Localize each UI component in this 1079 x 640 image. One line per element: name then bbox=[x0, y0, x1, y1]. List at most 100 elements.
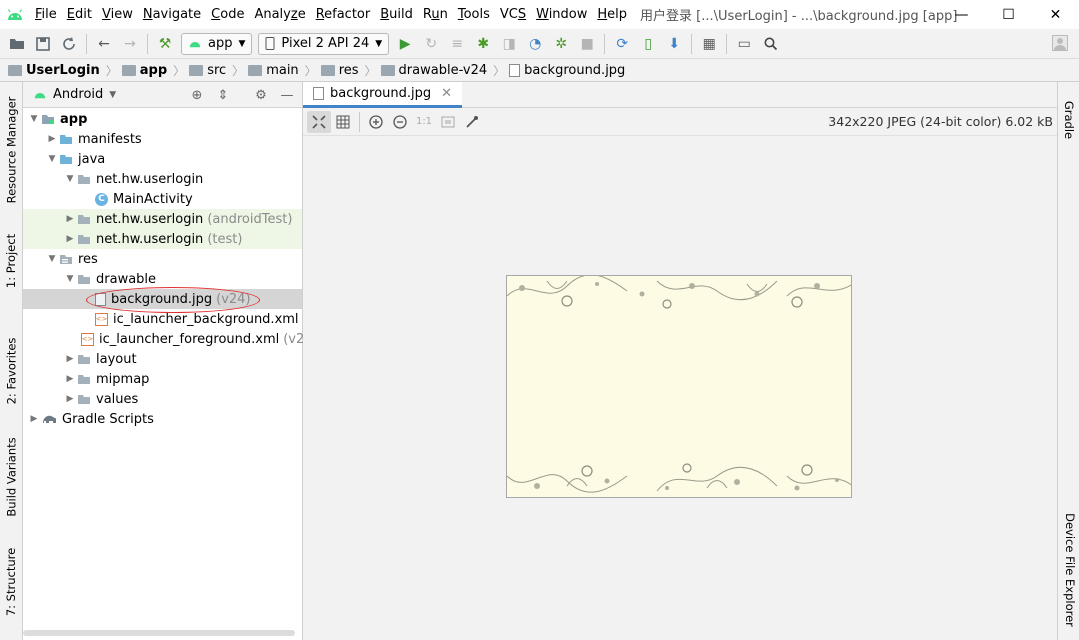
menu-item[interactable]: File bbox=[30, 0, 62, 29]
actual-size-button[interactable]: 1:1 bbox=[412, 111, 436, 133]
fit-to-window-icon[interactable] bbox=[436, 111, 460, 133]
tree-item[interactable]: ▼ java bbox=[23, 149, 302, 169]
apply-changes-icon[interactable]: ↻ bbox=[418, 32, 444, 56]
expanded-arrow-icon[interactable]: ▼ bbox=[63, 174, 77, 184]
module-selector[interactable]: app ▼ bbox=[181, 32, 253, 55]
user-avatar-icon[interactable] bbox=[1047, 31, 1073, 55]
breadcrumb-module[interactable]: app bbox=[121, 63, 171, 78]
tab-structure[interactable]: 7: Structure bbox=[0, 542, 23, 622]
debug-icon[interactable]: ✱ bbox=[470, 32, 496, 56]
expanded-arrow-icon[interactable]: ▼ bbox=[63, 274, 77, 284]
menu-item[interactable]: Run bbox=[418, 0, 453, 29]
horizontal-scrollbar[interactable] bbox=[23, 630, 295, 636]
tree-item[interactable]: ▶ layout bbox=[23, 349, 302, 369]
attach-debugger-icon[interactable]: ◨ bbox=[496, 32, 522, 56]
close-button[interactable]: ✕ bbox=[1032, 0, 1079, 29]
tab-resource-manager[interactable]: Resource Manager bbox=[0, 90, 23, 210]
forward-arrow-icon[interactable]: → bbox=[117, 32, 143, 56]
toggle-grid-icon[interactable] bbox=[331, 111, 355, 133]
project-structure-icon[interactable]: ▦ bbox=[696, 32, 722, 56]
profile-icon[interactable]: ◔ bbox=[522, 32, 548, 56]
sync-icon[interactable] bbox=[56, 32, 82, 56]
run-icon[interactable]: ▶ bbox=[392, 32, 418, 56]
tree-item[interactable]: ▶ mipmap bbox=[23, 369, 302, 389]
back-arrow-icon[interactable]: ← bbox=[91, 32, 117, 56]
tree-item[interactable]: ▼ drawable bbox=[23, 269, 302, 289]
zoom-in-icon[interactable] bbox=[364, 111, 388, 133]
collapsed-arrow-icon[interactable]: ▶ bbox=[27, 414, 41, 424]
build-hammer-icon[interactable]: ⚒ bbox=[152, 32, 178, 56]
zoom-out-icon[interactable] bbox=[388, 111, 412, 133]
collapsed-arrow-icon[interactable]: ▶ bbox=[63, 214, 77, 224]
tab-gradle[interactable]: Gradle bbox=[1058, 90, 1079, 150]
menu-item[interactable]: Build bbox=[375, 0, 418, 29]
open-folder-icon[interactable] bbox=[4, 32, 30, 56]
tree-item[interactable]: ▶ manifests bbox=[23, 129, 302, 149]
device-selector[interactable]: Pixel 2 API 24 ▼ bbox=[258, 32, 390, 55]
tree-item[interactable]: background.jpg (v24) bbox=[23, 289, 302, 309]
collapsed-arrow-icon[interactable]: ▶ bbox=[63, 234, 77, 244]
maximize-button[interactable]: ☐ bbox=[985, 0, 1032, 29]
breadcrumb-src[interactable]: src bbox=[189, 63, 230, 78]
run-tests-icon[interactable]: ✲ bbox=[548, 32, 574, 56]
collapsed-arrow-icon[interactable]: ▶ bbox=[63, 374, 77, 384]
sdk-manager-icon[interactable]: ⬇ bbox=[661, 32, 687, 56]
tree-item[interactable]: C MainActivity bbox=[23, 189, 302, 209]
search-icon[interactable] bbox=[757, 32, 783, 56]
close-tab-icon[interactable]: ✕ bbox=[441, 86, 452, 101]
stop-icon[interactable]: ■ bbox=[574, 32, 600, 56]
tree-item[interactable]: ▼ res bbox=[23, 249, 302, 269]
tree-item[interactable]: ▶ net.hw.userlogin (test) bbox=[23, 229, 302, 249]
expanded-arrow-icon[interactable]: ▼ bbox=[45, 254, 59, 264]
project-view-selector[interactable]: Android ▼ bbox=[33, 87, 116, 102]
menu-item[interactable]: Edit bbox=[62, 0, 97, 29]
breadcrumb-main[interactable]: main bbox=[248, 63, 302, 78]
tree-item[interactable]: ▶ Gradle Scripts bbox=[23, 409, 302, 429]
apply-code-changes-icon[interactable]: ≡ bbox=[444, 32, 470, 56]
menu-item-mnemonic: V bbox=[101, 7, 111, 22]
menu-item[interactable]: Help bbox=[592, 0, 632, 29]
tab-favorites[interactable]: 2: Favorites bbox=[0, 332, 23, 410]
gear-icon[interactable]: ⚙ bbox=[250, 85, 272, 105]
save-icon[interactable] bbox=[30, 32, 56, 56]
sync-gradle-icon[interactable]: ⟳ bbox=[609, 32, 635, 56]
collapse-all-icon[interactable]: ⇕ bbox=[212, 85, 234, 105]
menu-item[interactable]: Navigate bbox=[138, 0, 206, 29]
menu-item-mnemonic: H bbox=[597, 7, 608, 22]
collapsed-arrow-icon[interactable]: ▶ bbox=[45, 134, 59, 144]
terminal-icon[interactable]: ▭ bbox=[731, 32, 757, 56]
tree-item[interactable]: ▶ net.hw.userlogin (androidTest) bbox=[23, 209, 302, 229]
tab-background-jpg[interactable]: background.jpg ✕ bbox=[303, 82, 463, 108]
module-folder-icon bbox=[41, 113, 55, 125]
menu-item[interactable]: Analyze bbox=[249, 0, 310, 29]
collapsed-arrow-icon[interactable]: ▶ bbox=[63, 394, 77, 404]
menu-item[interactable]: Tools bbox=[453, 0, 495, 29]
tab-build-variants[interactable]: Build Variants bbox=[0, 432, 23, 522]
menu-item[interactable]: Window bbox=[531, 0, 592, 29]
tab-device-file-explorer[interactable]: Device File Explorer bbox=[1058, 507, 1079, 632]
minimize-button[interactable]: — bbox=[938, 0, 985, 29]
tab-gradle-label: Gradle bbox=[1062, 100, 1077, 140]
breadcrumb-project[interactable]: UserLogin bbox=[8, 63, 104, 78]
color-picker-icon[interactable] bbox=[460, 111, 484, 133]
avd-manager-icon[interactable]: ▯ bbox=[635, 32, 661, 56]
menu-item[interactable]: Code bbox=[206, 0, 249, 29]
expanded-arrow-icon[interactable]: ▼ bbox=[45, 154, 59, 164]
breadcrumb-file[interactable]: background.jpg bbox=[509, 63, 629, 78]
tree-item[interactable]: ▼ net.hw.userlogin bbox=[23, 169, 302, 189]
expanded-arrow-icon[interactable]: ▼ bbox=[27, 114, 41, 124]
menu-item[interactable]: View bbox=[97, 0, 138, 29]
tab-project[interactable]: 1: Project bbox=[0, 220, 23, 302]
menu-item[interactable]: VCS bbox=[495, 0, 531, 29]
locate-file-icon[interactable]: ⊕ bbox=[186, 85, 208, 105]
hide-panel-icon[interactable]: — bbox=[276, 85, 298, 105]
tree-item[interactable]: <> ic_launcher_foreground.xml (v24) bbox=[23, 329, 318, 349]
tree-item[interactable]: ▶ values bbox=[23, 389, 302, 409]
tree-item[interactable]: ▼ app bbox=[23, 109, 302, 129]
breadcrumb-res[interactable]: res bbox=[320, 63, 363, 78]
breadcrumb-drawable[interactable]: drawable-v24 bbox=[380, 63, 492, 78]
toggle-background-icon[interactable] bbox=[307, 110, 331, 133]
collapsed-arrow-icon[interactable]: ▶ bbox=[63, 354, 77, 364]
menu-item[interactable]: Refactor bbox=[311, 0, 376, 29]
tree-item[interactable]: <> ic_launcher_background.xml bbox=[23, 309, 302, 329]
